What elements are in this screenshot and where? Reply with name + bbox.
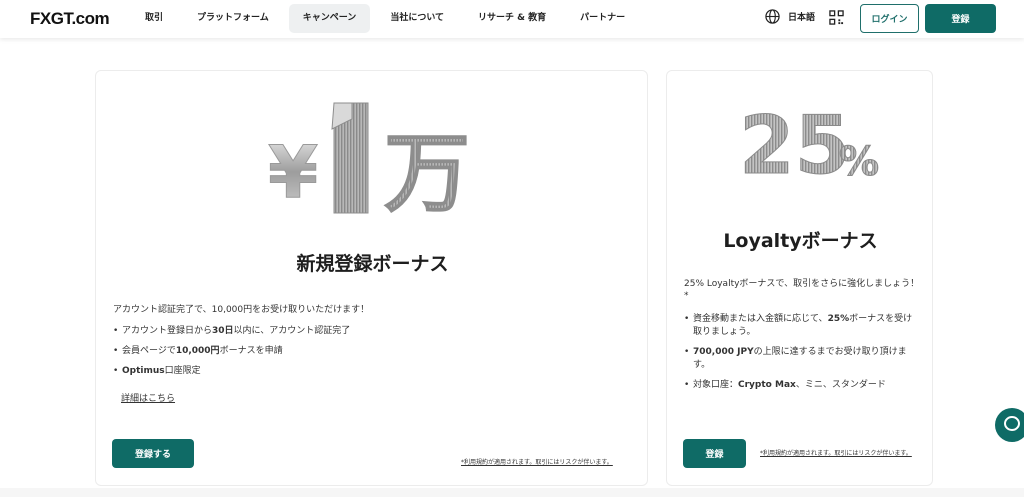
login-button[interactable]: ログイン (860, 4, 919, 33)
list-item: 700,000 JPYの上限に達するまでお受け取り頂けます。 (684, 346, 916, 372)
language-selector[interactable]: 日本語 (765, 9, 815, 24)
language-label: 日本語 (788, 13, 816, 23)
loyalty-register-button[interactable]: 登録 (683, 439, 746, 468)
svg-text:%: % (839, 139, 879, 181)
welcome-bonus-bullets: アカウント登録日から30日以内に、アカウント認証完了 会員ページで10,000円… (113, 325, 633, 385)
yen-hero-graphic: ¥ 万 (268, 102, 471, 219)
svg-text:万: 万 (384, 124, 470, 219)
chat-widget-button[interactable] (995, 408, 1024, 442)
list-item: アカウント登録日から30日以内に、アカウント認証完了 (113, 325, 633, 337)
loyalty-bonus-description: 25% Loyaltyボーナスで、取引をさらに強化しましょう！* (684, 279, 920, 301)
welcome-register-button[interactable]: 登録する (112, 439, 194, 468)
main-nav: 取引 プラットフォーム キャンペーン 当社について リサーチ & 教育 パートナ… (131, 4, 645, 33)
svg-text:¥: ¥ (268, 130, 318, 214)
nav-item-campaign[interactable]: キャンペーン (288, 4, 371, 33)
list-item: 対象口座：Crypto Max、ミニ、スタンダード (684, 379, 916, 392)
loyalty-bonus-bullets: 資金移動または入金額に応じて、25%ボーナスを受け取りましょう。 700,000… (684, 313, 916, 399)
details-link[interactable]: 詳細はこちら (121, 391, 175, 404)
list-item: 会員ページで10,000円ボーナスを申請 (113, 345, 633, 357)
list-item: Optimus口座限定 (113, 365, 633, 377)
loyalty-bonus-title: Loyaltyボーナス (723, 230, 878, 252)
site-header: FXGT.com 取引 プラットフォーム キャンペーン 当社について リサーチ … (0, 0, 1024, 38)
nav-item-about[interactable]: 当社について (376, 4, 458, 33)
percent-hero-graphic: 25 % (739, 99, 880, 181)
globe-icon (765, 9, 780, 24)
nav-item-research[interactable]: リサーチ & 教育 (464, 4, 560, 33)
logo[interactable]: FXGT.com (30, 9, 110, 29)
list-item: 資金移動または入金額に応じて、25%ボーナスを受け取りましょう。 (684, 313, 916, 339)
welcome-bonus-card: ¥ 万 新規登録ボーナス アカウント認証完了で、10,000円をお受け取りいただ… (95, 70, 648, 486)
loyalty-bonus-card: 25 % Loyaltyボーナス 25% Loyaltyボーナスで、取引をさらに… (666, 70, 933, 486)
register-button[interactable]: 登録 (925, 4, 996, 33)
qr-code-icon[interactable] (829, 10, 844, 25)
nav-item-platform[interactable]: プラットフォーム (183, 4, 283, 33)
welcome-terms-link[interactable]: *利用規約が適用されます。取引にはリスクが伴います。 (461, 458, 641, 467)
nav-item-partner[interactable]: パートナー (566, 4, 639, 33)
section-divider (0, 488, 1024, 497)
nav-item-trading[interactable]: 取引 (131, 4, 177, 33)
loyalty-terms-link[interactable]: *利用規約が適用されます。取引にはリスクが伴います。 (760, 449, 920, 458)
welcome-bonus-title: 新規登録ボーナス (296, 253, 449, 275)
chat-icon (1004, 416, 1020, 431)
welcome-bonus-description: アカウント認証完了で、10,000円をお受け取りいただけます！ (113, 305, 370, 315)
svg-text:25: 25 (739, 99, 850, 181)
